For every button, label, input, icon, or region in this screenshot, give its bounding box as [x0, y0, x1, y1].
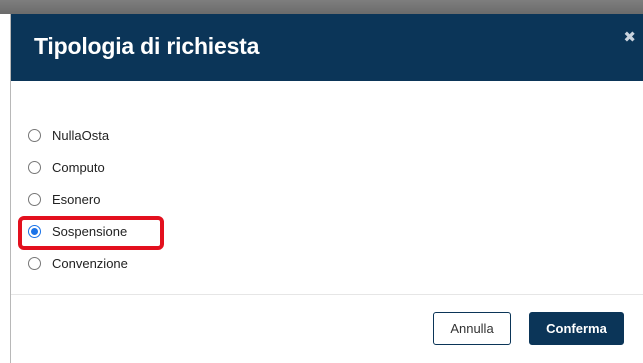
- footer-divider: [11, 294, 643, 295]
- radio-nullaosta[interactable]: [28, 129, 41, 142]
- option-label-computo: Computo: [52, 160, 105, 175]
- dialog-header: Tipologia di richiesta ✖: [11, 14, 643, 81]
- option-label-esonero: Esonero: [52, 192, 101, 207]
- cancel-button[interactable]: Annulla: [433, 312, 511, 345]
- background-overlay: [0, 0, 643, 14]
- confirm-button[interactable]: Conferma: [529, 312, 624, 345]
- radio-computo[interactable]: [28, 161, 41, 174]
- option-label-nullaosta: NullaOsta: [52, 128, 110, 143]
- radio-esonero[interactable]: [28, 193, 41, 206]
- request-type-dialog: Tipologia di richiesta ✖ NullaOsta Compu…: [10, 14, 643, 363]
- dialog-title: Tipologia di richiesta: [34, 33, 260, 59]
- option-label-convenzione: Convenzione: [52, 256, 128, 271]
- radio-convenzione[interactable]: [28, 257, 41, 270]
- close-icon[interactable]: ✖: [623, 30, 636, 45]
- selection-highlight-box: [18, 216, 164, 250]
